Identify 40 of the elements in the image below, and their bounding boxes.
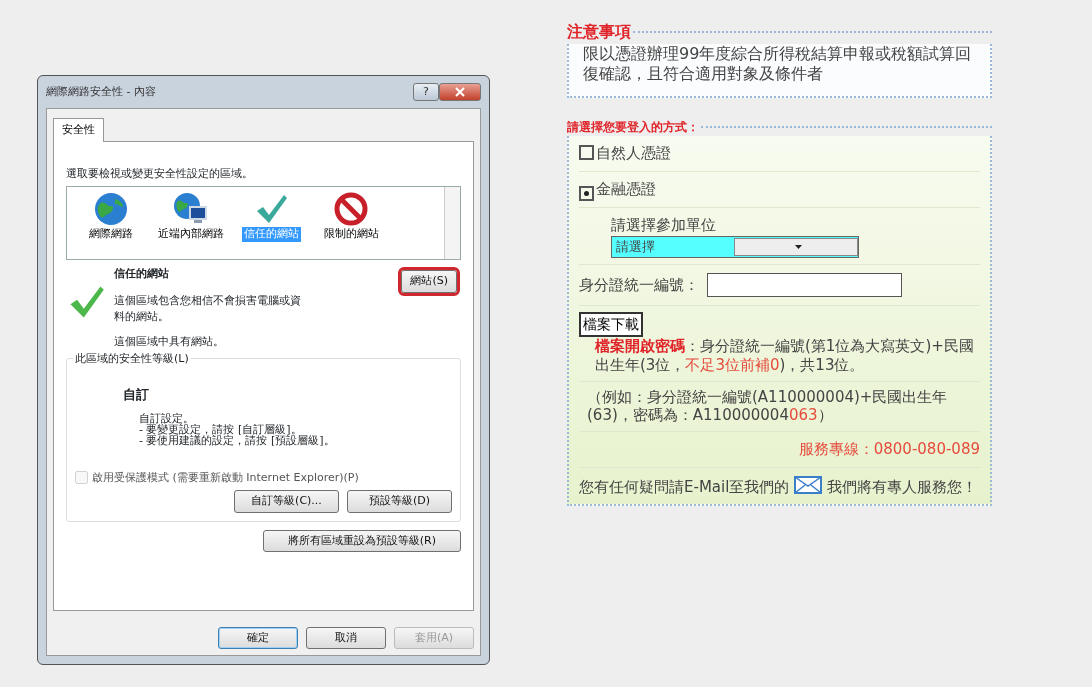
unit-select[interactable]: 請選擇 [611, 236, 859, 258]
section-title: 注意事項 [567, 21, 631, 43]
section-title: 請選擇您要登入的方式： [567, 119, 699, 136]
tab[interactable]: 安全性 [53, 118, 104, 142]
zone-note: 這個區域中具有網站。 [114, 333, 225, 350]
level-name: 自訂 [123, 386, 150, 404]
help-button[interactable]: ? [413, 83, 439, 101]
caret-icon [794, 245, 802, 249]
checkbox-label: 啟用受保護模式 (需要重新啟動 Internet Explorer)(P) [92, 469, 359, 486]
mail-icon[interactable] [794, 477, 823, 496]
zone-item[interactable]: 限制的網站 [313, 191, 389, 255]
zone-description: 這個區域包含您相信不會損害電腦或資料的網站。 [114, 292, 302, 325]
close-icon [455, 87, 465, 97]
globe-icon [93, 191, 129, 227]
radio-option[interactable]: 自然人憑證 [579, 142, 671, 165]
download-button[interactable]: 檔案下載 [579, 312, 643, 337]
scrollbar[interactable] [444, 187, 460, 259]
id-number-field[interactable] [707, 273, 902, 297]
zone-item[interactable]: 近端內部網路 [153, 191, 229, 255]
zone-title: 信任的網站 [114, 266, 169, 282]
level-button[interactable]: 預設等級(D) [347, 490, 452, 513]
radio-option[interactable]: 金融憑證 [579, 177, 656, 201]
field-label: 請選擇參加單位 [610, 214, 717, 236]
sites-button[interactable]: 網站(S) [401, 270, 457, 293]
level-button[interactable]: 自訂等級(C)... [234, 490, 339, 513]
close-button[interactable] [439, 83, 481, 101]
dialog-button[interactable]: 取消 [306, 626, 386, 649]
dialog-button[interactable]: 確定 [218, 626, 298, 649]
field-label: 身分證統一編號： [579, 274, 699, 296]
password-note: 檔案開啟密碼：身分證統一編號(第1位為大寫英文)+民國出生年(3位，不足3位前補0)，共13位。 [594, 337, 975, 375]
level-description: 自訂設定。 - 要變更設定，請按 [自訂層級]。 - 要使用建議的設定，請按 [預設層級]。 [138, 412, 336, 446]
hotline-text: 服務專線：0800-080-089 [797, 439, 980, 460]
example-text: （例如：身分證統一編號(A110000004)+民國出生年(63)，密碼為：A110000004063） [586, 387, 949, 425]
prohibited-icon [333, 191, 369, 227]
window-title: 網際網路安全性 - 內容 [46, 83, 157, 100]
reset-button[interactable]: 將所有區域重設為預設等級(R) [262, 529, 461, 552]
contact-text: 您有任何疑問請E-Mail至我們的 我們將有專人服務您！ [579, 474, 978, 497]
notice-text: 限以憑證辦理99年度綜合所得稅結算申報或稅額試算回復確認，且符合適用對象及條件者 [583, 44, 973, 84]
zone-prompt: 選取要檢視或變更安全性設定的區域。 [66, 165, 254, 182]
zone-item[interactable]: 網際網路 [73, 191, 149, 255]
